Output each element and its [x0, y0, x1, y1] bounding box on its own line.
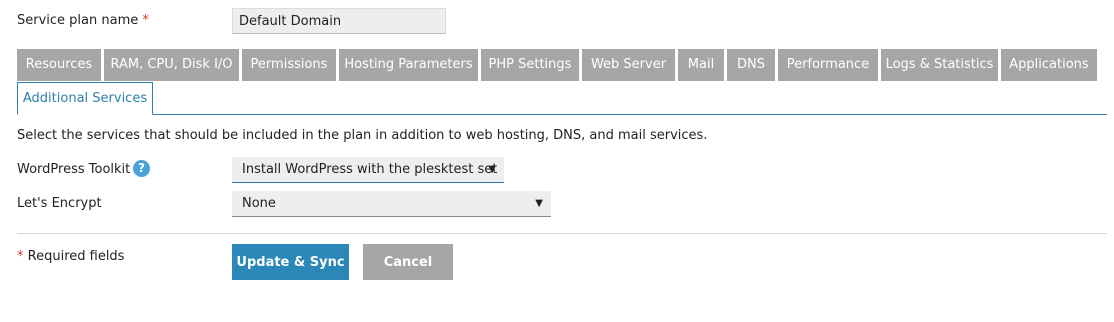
wordpress-toolkit-select[interactable]: Install WordPress with the plesktest set… [232, 157, 504, 183]
tab-resources[interactable]: Resources [17, 49, 101, 81]
tabs-underline [17, 114, 1107, 115]
tab-additional-services[interactable]: Additional Services [17, 82, 153, 115]
required-mark: * [142, 13, 149, 28]
wordpress-toolkit-label: WordPress Toolkit [17, 162, 131, 177]
lets-encrypt-selected-value: None [242, 196, 276, 211]
lets-encrypt-label: Let's Encrypt [17, 196, 102, 211]
tab-dns[interactable]: DNS [727, 49, 775, 81]
cancel-button[interactable]: Cancel [363, 244, 453, 280]
help-icon[interactable]: ? [133, 160, 150, 177]
tab-performance[interactable]: Performance [778, 49, 878, 81]
lets-encrypt-select[interactable]: None ▼ [232, 191, 551, 217]
tab-php-settings[interactable]: PHP Settings [481, 49, 579, 81]
chevron-down-icon: ▼ [535, 198, 543, 209]
tab-mail[interactable]: Mail [678, 49, 724, 81]
intro-text: Select the services that should be inclu… [17, 128, 708, 143]
tab-web-server[interactable]: Web Server [582, 49, 675, 81]
wordpress-toolkit-selected-value: Install WordPress with the plesktest set [242, 162, 498, 177]
tab-ram-cpu-disk[interactable]: RAM, CPU, Disk I/O [104, 49, 239, 81]
chevron-down-icon: ▼ [488, 164, 496, 175]
settings-tabs: Resources RAM, CPU, Disk I/O Permissions… [17, 49, 1107, 115]
wordpress-toolkit-row: WordPress Toolkit ? Install WordPress wi… [17, 157, 1107, 185]
tab-permissions[interactable]: Permissions [242, 49, 336, 81]
service-plan-name-row: Service plan name * [17, 6, 1107, 34]
update-sync-button[interactable]: Update & Sync [232, 244, 349, 280]
required-fields-note: * Required fields [17, 249, 124, 264]
service-plan-name-label: Service plan name * [17, 13, 149, 28]
required-fields-text: Required fields [27, 249, 125, 264]
form-divider [17, 233, 1107, 234]
service-plan-name-input[interactable] [232, 8, 446, 34]
tab-applications[interactable]: Applications [1001, 49, 1097, 81]
required-mark: * [17, 249, 24, 264]
tab-logs-statistics[interactable]: Logs & Statistics [881, 49, 998, 81]
lets-encrypt-row: Let's Encrypt None ▼ [17, 191, 1107, 219]
tabs-row: Resources RAM, CPU, Disk I/O Permissions… [17, 49, 1107, 81]
tab-hosting-parameters[interactable]: Hosting Parameters [339, 49, 478, 81]
